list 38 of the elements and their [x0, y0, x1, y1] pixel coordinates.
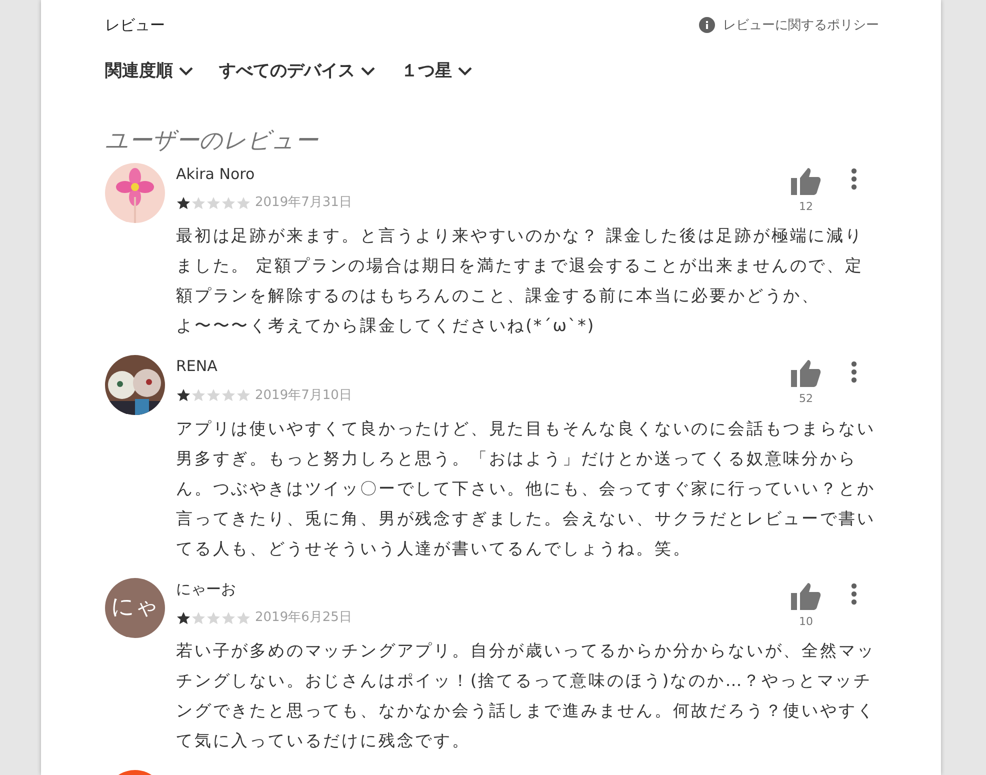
more-vertical-icon: [851, 583, 857, 606]
chevron-down-icon: [458, 66, 472, 76]
thumbs-up-icon: [791, 582, 821, 610]
like-count: 10: [799, 614, 813, 630]
more-vertical-icon: [851, 360, 857, 383]
chevron-down-icon: [361, 66, 375, 76]
thumbs-up-button[interactable]: [791, 582, 821, 610]
avatar: にゃ: [105, 578, 165, 638]
info-icon: [699, 17, 715, 34]
more-options-button[interactable]: [851, 166, 857, 190]
filter-dropdown[interactable]: すべてのデバイス: [219, 58, 375, 84]
reviewer-name: にゃーお: [176, 578, 237, 600]
more-vertical-icon: [851, 168, 857, 190]
thumbs-up-icon: [791, 359, 821, 387]
star-filled-icon: [176, 196, 191, 210]
thumbs-up-button[interactable]: [791, 359, 821, 387]
thumbs-up-icon: [791, 166, 821, 194]
section-heading: レビュー: [105, 15, 165, 36]
like-count: 12: [799, 198, 813, 214]
more-options-button[interactable]: [851, 359, 857, 383]
reviewer-name: Akira Noro: [176, 164, 256, 184]
star-filled-icon: [176, 610, 191, 625]
review-text: 最初は足跡が来ます。と言うより来やすいのかな？ 課金した後は足跡が極端に減りました。 定額プランの場合は期日を満たすまで退会することが出来ませんので、定額プランを解除するのはもちろんのこと、課金する前に本当に必要かどうか、よ〜〜〜く考えてから課金してくださいね(*´ω`*): [176, 225, 864, 337]
policy-link[interactable]: レビューに関するポリシー: [699, 16, 879, 35]
review-text: アプリは使いやすくて良かったけど、見た目もそんな良くないのに会話もつまらない男多すぎ。もっと努力しろと思う。「おはよう」だけとか送ってくる奴意味分からん。つぶやきはツイッ〇ーでして下さい。他にも、会ってすぐ家に行っていい？とか言ってきたり、兎に角、男が残念すぎました。会えない、サクラだとレビューで書いてる人も、どうせそういう人達が書いてるんでしょうね。笑。: [176, 418, 876, 560]
chevron-down-icon: [179, 66, 193, 76]
review-date: 2019年7月31日: [255, 194, 352, 212]
more-options-button[interactable]: [851, 582, 857, 606]
thumbs-up-button[interactable]: [791, 166, 821, 194]
review-date: 2019年7月10日: [255, 386, 352, 404]
like-count: 52: [799, 391, 813, 407]
review-date: 2019年6月25日: [255, 609, 352, 627]
filter-dropdown[interactable]: １つ星: [401, 58, 472, 84]
reviewer-name: RENA: [176, 356, 218, 377]
filter-dropdown[interactable]: 関連度順: [105, 58, 193, 84]
star-filled-icon: [176, 388, 191, 402]
review-text: 若い子が多めのマッチングアプリ。自分が歳いってるからか分からないが、全然マッチングしない。おじさんはポイッ！(捨てるって意味のほう)なのか…？やっとマッチングできたと思っても、なかなか会う話しまで進みません。何故だろう？使いやすくて気に入っているだけに残念です。: [176, 640, 876, 752]
section-title: ユーザーのレビュー: [105, 127, 320, 156]
